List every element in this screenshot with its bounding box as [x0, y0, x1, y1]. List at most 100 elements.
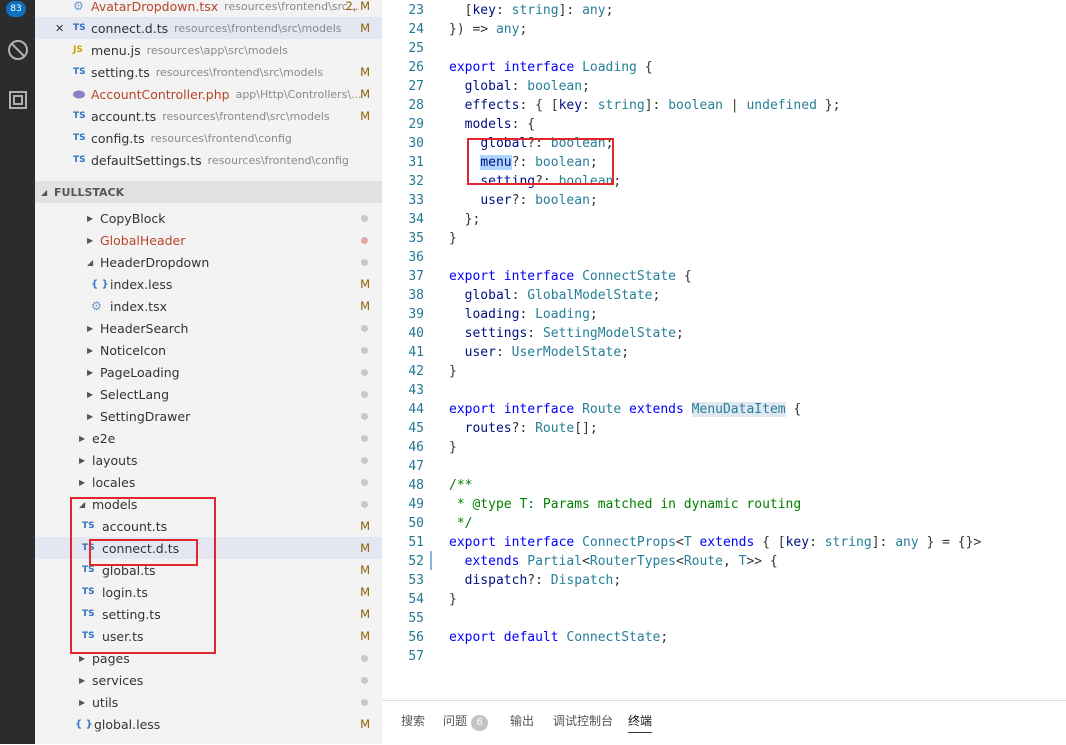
chevron-right-icon: ▶	[79, 675, 86, 685]
tree-item-label: index.less	[110, 276, 173, 292]
explorer-section-header[interactable]: ◢ FULLSTACK	[35, 181, 382, 203]
tree-item[interactable]: ▶ GlobalHeader	[35, 229, 382, 251]
git-status: M	[360, 607, 370, 621]
ts-file-icon: TS	[73, 133, 86, 143]
code-line: 34 };	[382, 210, 1066, 229]
less-file-icon: { }	[75, 718, 93, 730]
tree-item[interactable]: ▶ layouts	[35, 449, 382, 471]
code-line: 29 models: {	[382, 115, 1066, 134]
line-content: dispatch?: Dispatch;	[464, 573, 622, 588]
code-line: 43	[382, 381, 1066, 400]
tree-item[interactable]: ▶ utils	[35, 691, 382, 713]
chevron-right-icon: ▶	[79, 697, 86, 707]
line-content: * @type T: Params matched in dynamic rou…	[449, 497, 802, 512]
open-editor-item[interactable]: TS setting.ts resources\frontend\src\model…	[35, 61, 382, 83]
tree-item[interactable]: { } global.less M	[35, 713, 382, 735]
annotation-box-menu	[467, 138, 614, 185]
tree-item[interactable]: ▶ locales	[35, 471, 382, 493]
code-line: 33 user?: boolean;	[382, 191, 1066, 210]
code-editor[interactable]: 23 [key: string]: any; 24}) => any; 25 26 ex…	[382, 0, 1066, 700]
git-status: M	[360, 585, 370, 599]
tree-item-label: CopyBlock	[100, 210, 166, 226]
tree-item[interactable]: ▶ CopyBlock	[35, 207, 382, 229]
open-editor-item[interactable]: ⚙ AvatarDropdown.tsx resources\frontend\sr…	[35, 0, 382, 17]
tree-item[interactable]: { } index.less M	[35, 273, 382, 295]
status-dot	[361, 456, 368, 464]
chevron-down-icon: ◢	[87, 257, 94, 267]
open-editor-item[interactable]: TS account.ts resources\frontend\src\model…	[35, 105, 382, 127]
code-line: 36	[382, 248, 1066, 267]
git-status: M	[360, 299, 370, 313]
line-number: 38	[408, 288, 424, 303]
open-editor-item[interactable]: TS defaultSettings.ts resources\frontend\c…	[35, 149, 382, 171]
tree-item-label: SelectLang	[100, 386, 170, 402]
line-number: 56	[408, 630, 424, 645]
git-status: M	[360, 87, 370, 101]
line-number: 54	[408, 592, 424, 607]
line-number: 29	[408, 117, 424, 132]
status-dot	[361, 500, 368, 508]
line-content: export default ConnectState;	[449, 630, 669, 645]
tab-debug-console[interactable]: 调试控制台	[553, 712, 613, 729]
chevron-right-icon: ▶	[79, 477, 86, 487]
file-path: resources\frontend\config	[150, 131, 292, 145]
tree-item[interactable]: ▶ services	[35, 669, 382, 691]
gear-icon: ⚙	[91, 299, 102, 313]
tab-output[interactable]: 输出	[510, 712, 534, 729]
chevron-right-icon: ▶	[87, 367, 94, 377]
line-number: 45	[408, 421, 424, 436]
code-line: 23 [key: string]: any;	[382, 1, 1066, 20]
tab-problems[interactable]: 问题 6	[443, 712, 489, 731]
line-number: 43	[408, 383, 424, 398]
tree-item[interactable]: ▶ PageLoading	[35, 361, 382, 383]
line-content: user?: boolean;	[480, 193, 598, 208]
tree-item-label: layouts	[92, 452, 138, 468]
code-line: 25	[382, 39, 1066, 58]
line-number: 25	[408, 41, 424, 56]
line-content: user: UserModelState;	[464, 345, 630, 360]
tree-item[interactable]: ▶ SettingDrawer	[35, 405, 382, 427]
code-line: 55	[382, 609, 1066, 628]
tree-item-label: e2e	[92, 430, 116, 446]
tree-item[interactable]: ▶ NoticeIcon	[35, 339, 382, 361]
line-content: export interface ConnectProps<T extends …	[449, 535, 982, 550]
code-line: 44 export interface Route extends MenuDat…	[382, 400, 1066, 419]
php-file-icon	[73, 87, 87, 102]
tab-terminal[interactable]: 终端	[628, 712, 653, 733]
git-status: M	[360, 277, 370, 291]
tree-item[interactable]: ◢ HeaderDropdown	[35, 251, 382, 273]
line-content: global: GlobalModelState;	[464, 288, 661, 303]
open-editor-item[interactable]: AccountController.php app\Http\Controller…	[35, 83, 382, 105]
chevron-right-icon: ▶	[79, 433, 86, 443]
open-editor-item[interactable]: TS config.ts resources\frontend\config	[35, 127, 382, 149]
tree-item[interactable]: ▶ e2e	[35, 427, 382, 449]
debug-icon[interactable]	[0, 35, 35, 65]
line-content: effects: { [key: string]: boolean | unde…	[464, 98, 841, 113]
file-name: connect.d.ts	[91, 20, 169, 36]
line-content: settings: SettingModelState;	[464, 326, 684, 341]
tree-item[interactable]: ▶ SelectLang	[35, 383, 382, 405]
line-number: 55	[408, 611, 424, 626]
open-editor-item[interactable]: ✕ TS connect.d.ts resources\frontend\src\mo…	[35, 17, 382, 39]
tree-item[interactable]: ⚙ index.tsx M	[35, 295, 382, 317]
line-number: 31	[408, 155, 424, 170]
line-number: 30	[408, 136, 424, 151]
code-line: 26 export interface Loading {	[382, 58, 1066, 77]
open-editor-item[interactable]: JS menu.js resources\app\src\models	[35, 39, 382, 61]
tab-search[interactable]: 搜索	[401, 712, 425, 729]
line-content: models: {	[464, 117, 536, 132]
line-content: */	[449, 516, 473, 531]
tree-item-label: NoticeIcon	[100, 342, 167, 358]
file-name: setting.ts	[91, 64, 150, 80]
modified-gutter-mark	[430, 551, 432, 570]
ts-file-icon: TS	[73, 67, 86, 77]
line-number: 37	[408, 269, 424, 284]
line-number: 32	[408, 174, 424, 189]
line-content: }	[449, 231, 457, 246]
line-number: 28	[408, 98, 424, 113]
tree-item[interactable]: ▶ HeaderSearch	[35, 317, 382, 339]
code-line: 52 extends Partial<RouterTypes<Route, T>…	[382, 552, 1066, 571]
extensions-icon[interactable]	[0, 85, 35, 115]
close-icon[interactable]: ✕	[55, 22, 69, 35]
git-status: 2, M	[345, 0, 370, 13]
